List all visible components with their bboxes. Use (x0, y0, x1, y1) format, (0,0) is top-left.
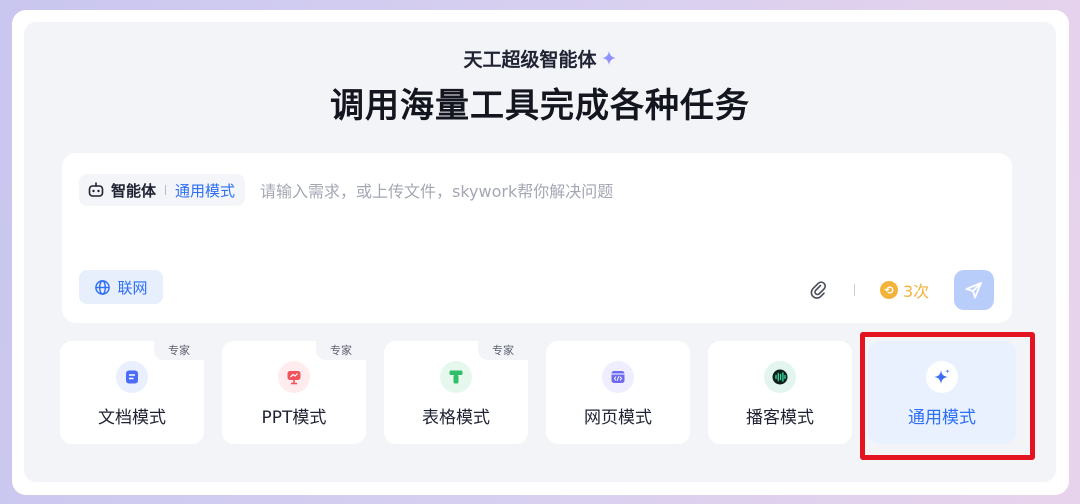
mode-name: 文档模式 (98, 408, 166, 428)
brand-title: 天工超级智能体 (463, 48, 597, 71)
credits-count: 3次 (903, 282, 930, 301)
audio-wave-icon (764, 361, 796, 393)
sparkle-icon (601, 51, 616, 65)
globe-icon (95, 279, 111, 295)
brand-header: 天工超级智能体 (0, 44, 1080, 72)
mode-card-webpage[interactable]: 网页模式 (546, 341, 690, 444)
current-mode-label: 通用模式 (175, 181, 236, 200)
toolbar-divider (854, 284, 855, 296)
mode-card-podcast[interactable]: 播客模式 (708, 341, 852, 444)
mode-name: 播客模式 (746, 408, 814, 428)
mode-card-ppt[interactable]: 专家 PPT模式 (222, 341, 366, 444)
mode-card-document[interactable]: 专家 文档模式 (60, 341, 204, 444)
web-search-label: 联网 (117, 278, 148, 297)
code-window-icon (602, 361, 634, 393)
credits-indicator: ⟲ 3次 (880, 277, 929, 303)
prompt-card: 智能体 通用模式 联网 ⟲ 3次 (62, 153, 1012, 323)
sparkle-icon (926, 361, 958, 393)
web-search-button[interactable]: 联网 (79, 270, 163, 304)
paperclip-icon[interactable] (808, 279, 830, 301)
tag-divider (165, 185, 167, 195)
agent-mode-tag[interactable]: 智能体 通用模式 (79, 174, 246, 206)
mode-name: 网页模式 (584, 408, 652, 428)
mode-card-table[interactable]: 专家 表格模式 (384, 341, 528, 444)
expert-badge: 专家 (316, 341, 366, 360)
prompt-input[interactable] (258, 177, 962, 205)
mode-name: 通用模式 (908, 408, 976, 428)
send-button[interactable] (954, 270, 994, 310)
table-icon (440, 361, 472, 393)
robot-icon (88, 182, 104, 197)
coin-icon: ⟲ (880, 281, 898, 299)
page-title: 调用海量工具完成各种任务 (330, 86, 750, 126)
expert-badge: 专家 (154, 341, 204, 360)
send-icon (965, 282, 982, 299)
document-icon (116, 361, 148, 393)
presentation-icon (278, 361, 310, 393)
expert-badge: 专家 (478, 341, 528, 360)
mode-card-general[interactable]: 通用模式 (868, 341, 1016, 444)
agent-label: 智能体 (111, 181, 157, 200)
mode-name: 表格模式 (422, 408, 490, 428)
mode-name: PPT模式 (261, 408, 327, 428)
